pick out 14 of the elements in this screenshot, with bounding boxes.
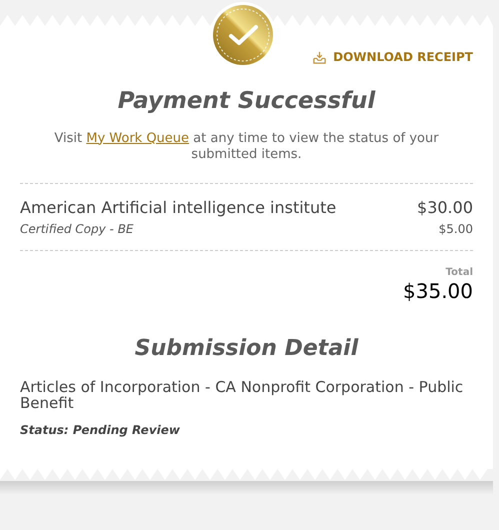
- total-amount: $35.00: [403, 280, 473, 302]
- item-detail-price: $5.00: [438, 220, 473, 238]
- item-detail: Certified Copy - BE: [20, 220, 134, 238]
- download-icon: [312, 50, 328, 64]
- work-queue-link[interactable]: My Work Queue: [86, 130, 190, 146]
- total-label: Total: [446, 266, 473, 280]
- status-text: Status: Pending Review: [20, 422, 181, 438]
- page-title: Payment Successful: [116, 87, 376, 116]
- intro-text: Visit My Work Queue at any time to view the status of your submitted items.: [53, 130, 440, 162]
- download-receipt-button[interactable]: DOWNLOAD RECEIPT: [312, 48, 473, 66]
- section-heading: Submission Detail: [134, 334, 360, 362]
- document-title: Articles of Incorporation - CA Nonprofit Corporation - Public Benefit: [20, 378, 464, 410]
- item-name: American Artificial intelligence institute: [20, 196, 336, 218]
- item-price: $30.00: [417, 196, 473, 218]
